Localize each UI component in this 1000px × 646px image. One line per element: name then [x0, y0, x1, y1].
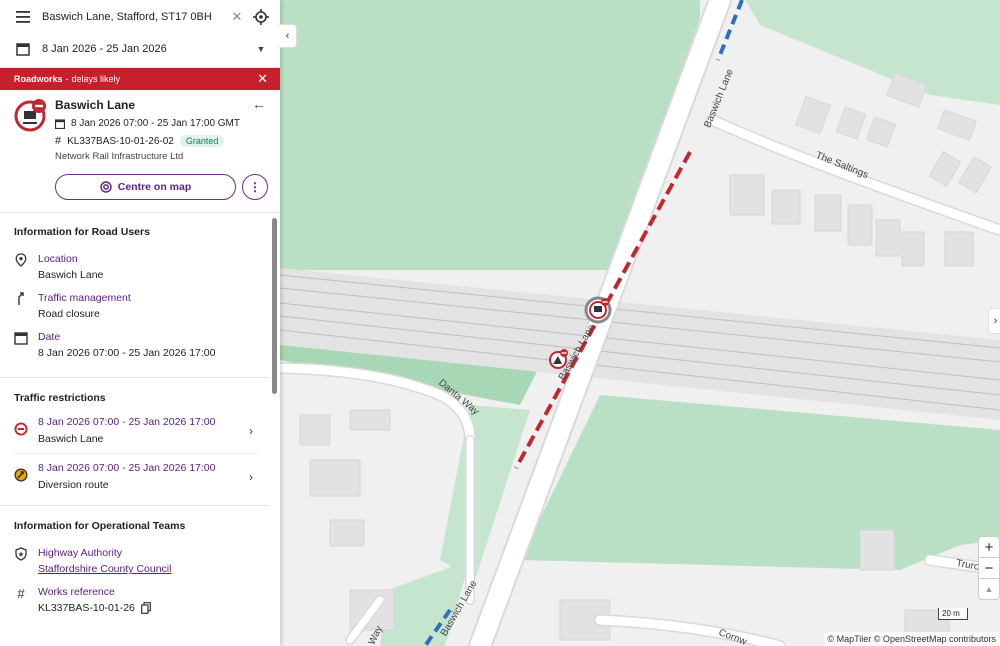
panel-scrollbar[interactable]	[272, 218, 277, 394]
restriction-item-closure[interactable]: 8 Jan 2026 07:00 - 25 Jan 2026 17:00 Bas…	[14, 408, 258, 453]
location-search-input[interactable]: Baswich Lane, Stafford, ST17 0BH	[32, 11, 228, 23]
chevron-left-icon: ‹	[285, 30, 290, 42]
road-closure-icon	[14, 98, 48, 135]
clear-search-icon[interactable]: ✕	[228, 8, 246, 26]
works-reference: KL337BAS-10-01-26-02	[67, 135, 174, 147]
banner-title: Roadworks	[14, 74, 63, 84]
copy-icon[interactable]	[141, 602, 151, 614]
no-entry-icon	[14, 422, 28, 439]
restriction-name: Diversion route	[38, 479, 109, 491]
centre-on-map-label: Centre on map	[117, 181, 192, 193]
highway-authority-label: Highway Authority	[38, 547, 123, 559]
restriction-item-diversion[interactable]: 8 Jan 2026 07:00 - 25 Jan 2026 17:00 Div…	[14, 453, 258, 505]
road-users-section: Information for Road Users Location Basw…	[0, 212, 270, 378]
traffic-restrictions-heading: Traffic restrictions	[14, 392, 106, 404]
chevron-right-icon: ›	[249, 469, 253, 484]
diversion-icon	[14, 468, 28, 485]
traffic-restrictions-section: Traffic restrictions 8 Jan 2026 07:00 - …	[0, 378, 270, 506]
road-users-heading: Information for Road Users	[14, 226, 150, 238]
back-arrow-icon[interactable]: ←	[252, 96, 266, 112]
traffic-management-label: Traffic management	[38, 292, 131, 304]
info-item-date: Date 8 Jan 2026 07:00 - 25 Jan 2026 17:0…	[14, 326, 258, 377]
traffic-management-icon	[14, 292, 28, 320]
restriction-dates: 8 Jan 2026 07:00 - 25 Jan 2026 17:00	[38, 416, 216, 428]
closure-marker-icon	[584, 296, 612, 324]
traffic-management-value: Road closure	[38, 308, 100, 320]
roadworks-banner: Roadworks - delays likely ✕	[0, 68, 280, 90]
info-item-location: Location Baswich Lane	[14, 248, 258, 287]
side-panel: Baswich Lane, Stafford, ST17 0BH ✕ 8 Jan…	[0, 0, 280, 646]
chevron-right-icon: ›	[993, 315, 998, 327]
works-reference-value: KL337BAS-10-01-26	[38, 602, 135, 614]
works-promoter: Network Rail Infrastructure Ltd	[55, 151, 184, 162]
location-value: Baswich Lane	[38, 269, 104, 281]
date-value: 8 Jan 2026 07:00 - 25 Jan 2026 17:00	[38, 347, 216, 359]
info-item-works-reference: # Works reference KL337BAS-10-01-26	[14, 581, 258, 620]
location-label: Location	[38, 253, 78, 265]
operational-section: Information for Operational Teams Highwa…	[0, 506, 270, 620]
zoom-out-button[interactable]: −	[978, 557, 1000, 579]
collapse-panel-button[interactable]: ‹	[279, 24, 297, 48]
status-badge: Granted	[179, 135, 225, 147]
close-banner-icon[interactable]: ✕	[257, 71, 268, 87]
location-pin-icon	[14, 253, 28, 281]
search-card: Baswich Lane, Stafford, ST17 0BH ✕ 8 Jan…	[0, 0, 280, 68]
highway-authority-link[interactable]: Staffordshire County Council	[38, 563, 171, 575]
restriction-dates: 8 Jan 2026 07:00 - 25 Jan 2026 17:00	[38, 462, 216, 474]
target-icon	[100, 181, 112, 193]
date-range-select[interactable]: 8 Jan 2026 - 25 Jan 2026	[32, 43, 252, 55]
zoom-in-button[interactable]: +	[978, 536, 1000, 558]
hash-icon: #	[55, 135, 62, 147]
restriction-name: Baswich Lane	[38, 433, 104, 445]
info-item-highway-authority: Highway Authority Staffordshire County C…	[14, 542, 258, 581]
shield-star-icon	[14, 547, 28, 575]
calendar-icon	[14, 331, 28, 359]
works-reference-label: Works reference	[38, 586, 115, 598]
menu-icon[interactable]	[14, 8, 32, 26]
operational-heading: Information for Operational Teams	[14, 520, 186, 532]
hash-icon: #	[17, 586, 25, 601]
works-dates: 8 Jan 2026 07:00 - 25 Jan 17:00 GMT	[71, 118, 240, 129]
calendar-icon	[14, 40, 32, 58]
more-options-button[interactable]: ⋮	[242, 174, 268, 200]
compass-button[interactable]: ▲	[978, 578, 1000, 600]
date-label: Date	[38, 331, 61, 343]
works-title: Baswich Lane	[55, 98, 136, 112]
info-item-traffic-management: Traffic management Road closure	[14, 287, 258, 326]
map-attribution[interactable]: © MapTiler © OpenStreetMap contributors	[823, 632, 1000, 646]
chevron-right-icon: ›	[249, 423, 253, 438]
centre-on-map-button[interactable]: Centre on map	[55, 174, 236, 200]
map-scale: 20 m	[938, 608, 968, 620]
banner-subtitle: delays likely	[71, 74, 121, 84]
calendar-icon	[55, 118, 65, 129]
my-location-icon[interactable]	[252, 8, 270, 26]
chevron-down-icon[interactable]: ▼	[252, 40, 270, 58]
expand-right-panel-button[interactable]: ›	[988, 308, 1000, 334]
